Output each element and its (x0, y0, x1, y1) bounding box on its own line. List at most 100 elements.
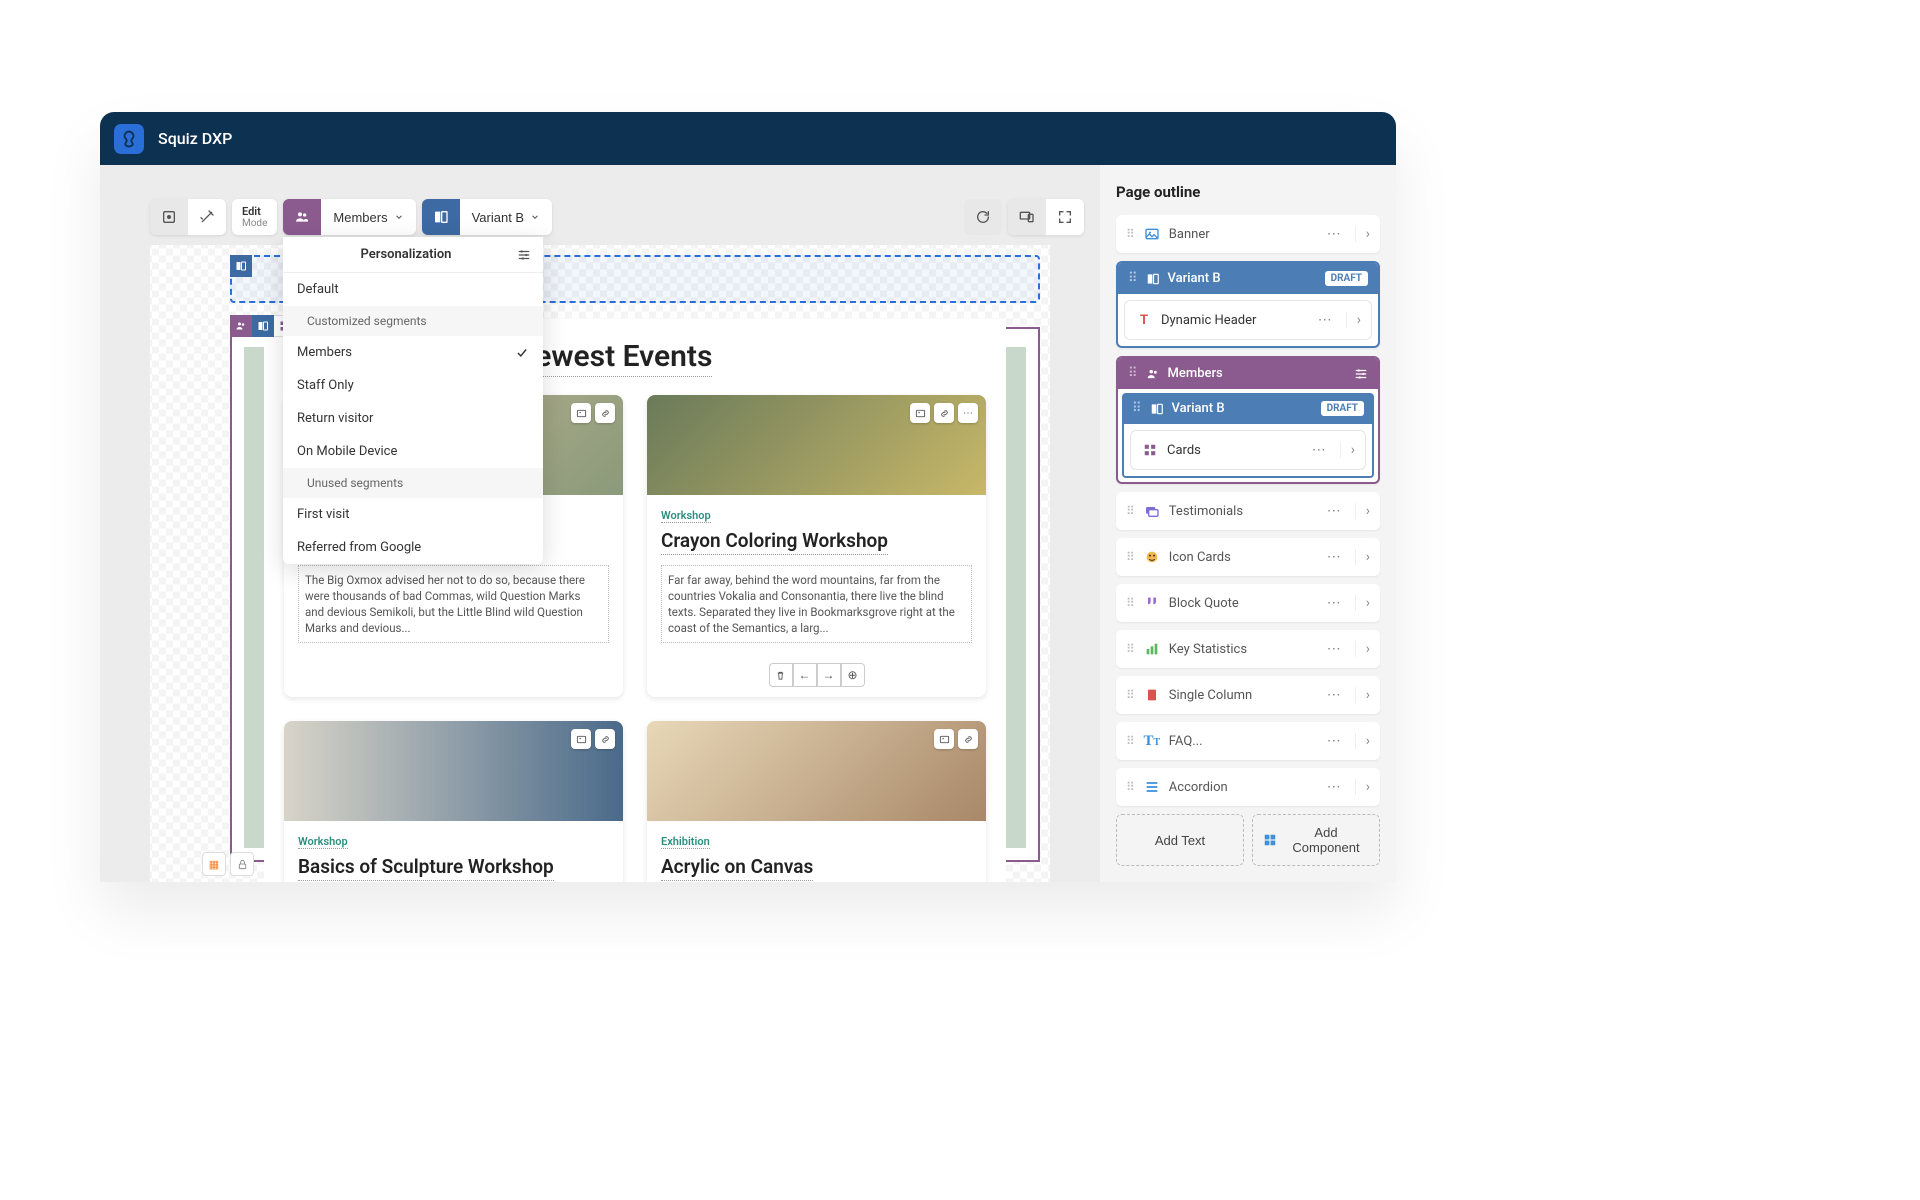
variant-icon[interactable] (422, 199, 460, 235)
add-text-button[interactable]: Add Text (1116, 814, 1244, 866)
link-icon[interactable] (595, 403, 615, 423)
chevron-right-icon[interactable]: › (1355, 595, 1370, 611)
outline-item[interactable]: ⠿ Accordion ⋯ › (1116, 768, 1380, 806)
card-description[interactable]: The Big Oxmox advised her not to do so, … (298, 565, 609, 643)
dropdown-item[interactable]: Staff Only (283, 369, 543, 402)
dropdown-item[interactable]: First visit (283, 498, 543, 531)
image-icon[interactable] (571, 403, 591, 423)
card-tag[interactable]: Exhibition (661, 835, 710, 849)
card-tag[interactable]: Workshop (661, 509, 711, 523)
image-icon[interactable] (910, 403, 930, 423)
more-icon[interactable]: ⋯ (1321, 733, 1347, 749)
link-icon[interactable] (595, 729, 615, 749)
card-image[interactable]: ⋯ (647, 395, 986, 495)
dropdown-item[interactable]: On Mobile Device (283, 435, 543, 468)
lock-icon[interactable] (230, 852, 254, 876)
refresh-button[interactable] (964, 199, 1002, 235)
outline-item[interactable]: ⠿ Testimonials ⋯ › (1116, 492, 1380, 530)
more-icon[interactable]: ⋯ (958, 403, 978, 423)
outline-item[interactable]: ⠿ Key Statistics ⋯ › (1116, 630, 1380, 668)
card-image[interactable] (284, 721, 623, 821)
drag-handle-icon[interactable]: ⠿ (1128, 271, 1138, 286)
view-toggle-button[interactable] (150, 199, 188, 235)
chevron-right-icon[interactable]: › (1355, 733, 1370, 749)
variant-selector[interactable]: Variant B (422, 199, 553, 235)
outline-item[interactable]: ⠿ Icon Cards ⋯ › (1116, 538, 1380, 576)
more-icon[interactable]: ⋯ (1321, 226, 1347, 242)
chevron-right-icon[interactable]: › (1355, 549, 1370, 565)
card-description[interactable]: Far far away, behind the word mountains,… (661, 565, 972, 643)
add-component-button[interactable]: Add Component (1252, 814, 1380, 866)
outline-item[interactable]: ⠿ TT FAQ... ⋯ › (1116, 722, 1380, 760)
outline-banner[interactable]: ⠿ Banner ⋯ › (1116, 215, 1380, 253)
arrow-right-icon[interactable]: → (817, 663, 841, 687)
more-icon[interactable]: ⋯ (1321, 549, 1347, 565)
link-icon[interactable] (958, 729, 978, 749)
add-icon[interactable]: ⊕ (841, 663, 865, 687)
chevron-right-icon[interactable]: › (1355, 226, 1370, 242)
image-icon[interactable] (934, 729, 954, 749)
outline-members-head[interactable]: ⠿ Members (1118, 358, 1378, 389)
members-dropdown[interactable]: Members (321, 199, 415, 235)
outline-variant-head-2[interactable]: ⠿ Variant B DRAFT (1122, 393, 1374, 424)
members-selector[interactable]: Members (283, 199, 415, 235)
variant-dropdown[interactable]: Variant B (460, 199, 553, 235)
more-icon[interactable]: ⋯ (1321, 503, 1347, 519)
card-title[interactable]: Crayon Coloring Workshop (661, 529, 888, 555)
magic-button[interactable] (188, 199, 226, 235)
card-title[interactable]: Basics of Sculpture Workshop (298, 855, 554, 881)
drag-handle-icon[interactable]: ⠿ (1126, 504, 1135, 518)
chevron-right-icon[interactable]: › (1355, 779, 1370, 795)
more-icon[interactable]: ⋯ (1321, 687, 1347, 703)
drag-handle-icon[interactable]: ⠿ (1126, 688, 1135, 702)
chevron-right-icon[interactable]: › (1346, 312, 1361, 328)
arrow-left-icon[interactable]: ← (793, 663, 817, 687)
dropdown-item[interactable]: Members (283, 336, 543, 369)
more-icon[interactable]: ⋯ (1312, 312, 1338, 328)
card-tag[interactable]: Workshop (298, 835, 348, 849)
drag-handle-icon[interactable]: ⠿ (1128, 366, 1138, 381)
settings-icon[interactable] (1354, 367, 1368, 381)
event-card[interactable]: Exhibition Acrylic on Canvas Which roast… (647, 721, 986, 882)
dropdown-default[interactable]: Default (283, 273, 543, 306)
drag-handle-icon[interactable]: ⠿ (1132, 401, 1142, 416)
outline-item-label: Key Statistics (1169, 642, 1313, 657)
members-icon (1146, 367, 1160, 381)
fullscreen-button[interactable] (1046, 199, 1084, 235)
settings-icon[interactable] (517, 248, 531, 262)
device-button[interactable] (1008, 199, 1046, 235)
outline-item-label: Dynamic Header (1161, 313, 1304, 328)
image-icon[interactable] (571, 729, 591, 749)
more-icon[interactable]: ⋯ (1321, 595, 1347, 611)
members-icon[interactable] (283, 199, 321, 235)
more-icon[interactable]: ⋯ (1321, 779, 1347, 795)
chevron-right-icon[interactable]: › (1340, 442, 1355, 458)
outline-cards[interactable]: Cards ⋯ › (1130, 430, 1366, 470)
outline-item[interactable]: ⠿ Single Column ⋯ › (1116, 676, 1380, 714)
outline-variant-head[interactable]: ⠿ Variant B DRAFT (1118, 263, 1378, 294)
status-icon[interactable]: ▦ (202, 852, 226, 876)
card-image[interactable] (647, 721, 986, 821)
section-title[interactable]: Newest Events (514, 339, 712, 377)
outline-item[interactable]: ⠿ Block Quote ⋯ › (1116, 584, 1380, 622)
drag-handle-icon[interactable]: ⠿ (1126, 596, 1135, 610)
chevron-right-icon[interactable]: › (1355, 641, 1370, 657)
drag-handle-icon[interactable]: ⠿ (1126, 642, 1135, 656)
more-icon[interactable]: ⋯ (1306, 442, 1332, 458)
drag-handle-icon[interactable]: ⠿ (1126, 780, 1135, 794)
card-title[interactable]: Acrylic on Canvas (661, 855, 813, 881)
event-card[interactable]: ⋯ Workshop Crayon Coloring Workshop Far … (647, 395, 986, 697)
outline-dynamic-header[interactable]: T Dynamic Header ⋯ › (1124, 300, 1372, 340)
dropdown-item[interactable]: Return visitor (283, 402, 543, 435)
more-icon[interactable]: ⋯ (1321, 641, 1347, 657)
chevron-right-icon[interactable]: › (1355, 687, 1370, 703)
delete-icon[interactable] (769, 663, 793, 687)
component-type-icon: TT (1143, 732, 1161, 750)
chevron-right-icon[interactable]: › (1355, 503, 1370, 519)
link-icon[interactable] (934, 403, 954, 423)
drag-handle-icon[interactable]: ⠿ (1126, 734, 1135, 748)
event-card[interactable]: Workshop Basics of Sculpture Workshop Th… (284, 721, 623, 882)
dropdown-item[interactable]: Referred from Google (283, 531, 543, 564)
drag-handle-icon[interactable]: ⠿ (1126, 227, 1135, 241)
drag-handle-icon[interactable]: ⠿ (1126, 550, 1135, 564)
